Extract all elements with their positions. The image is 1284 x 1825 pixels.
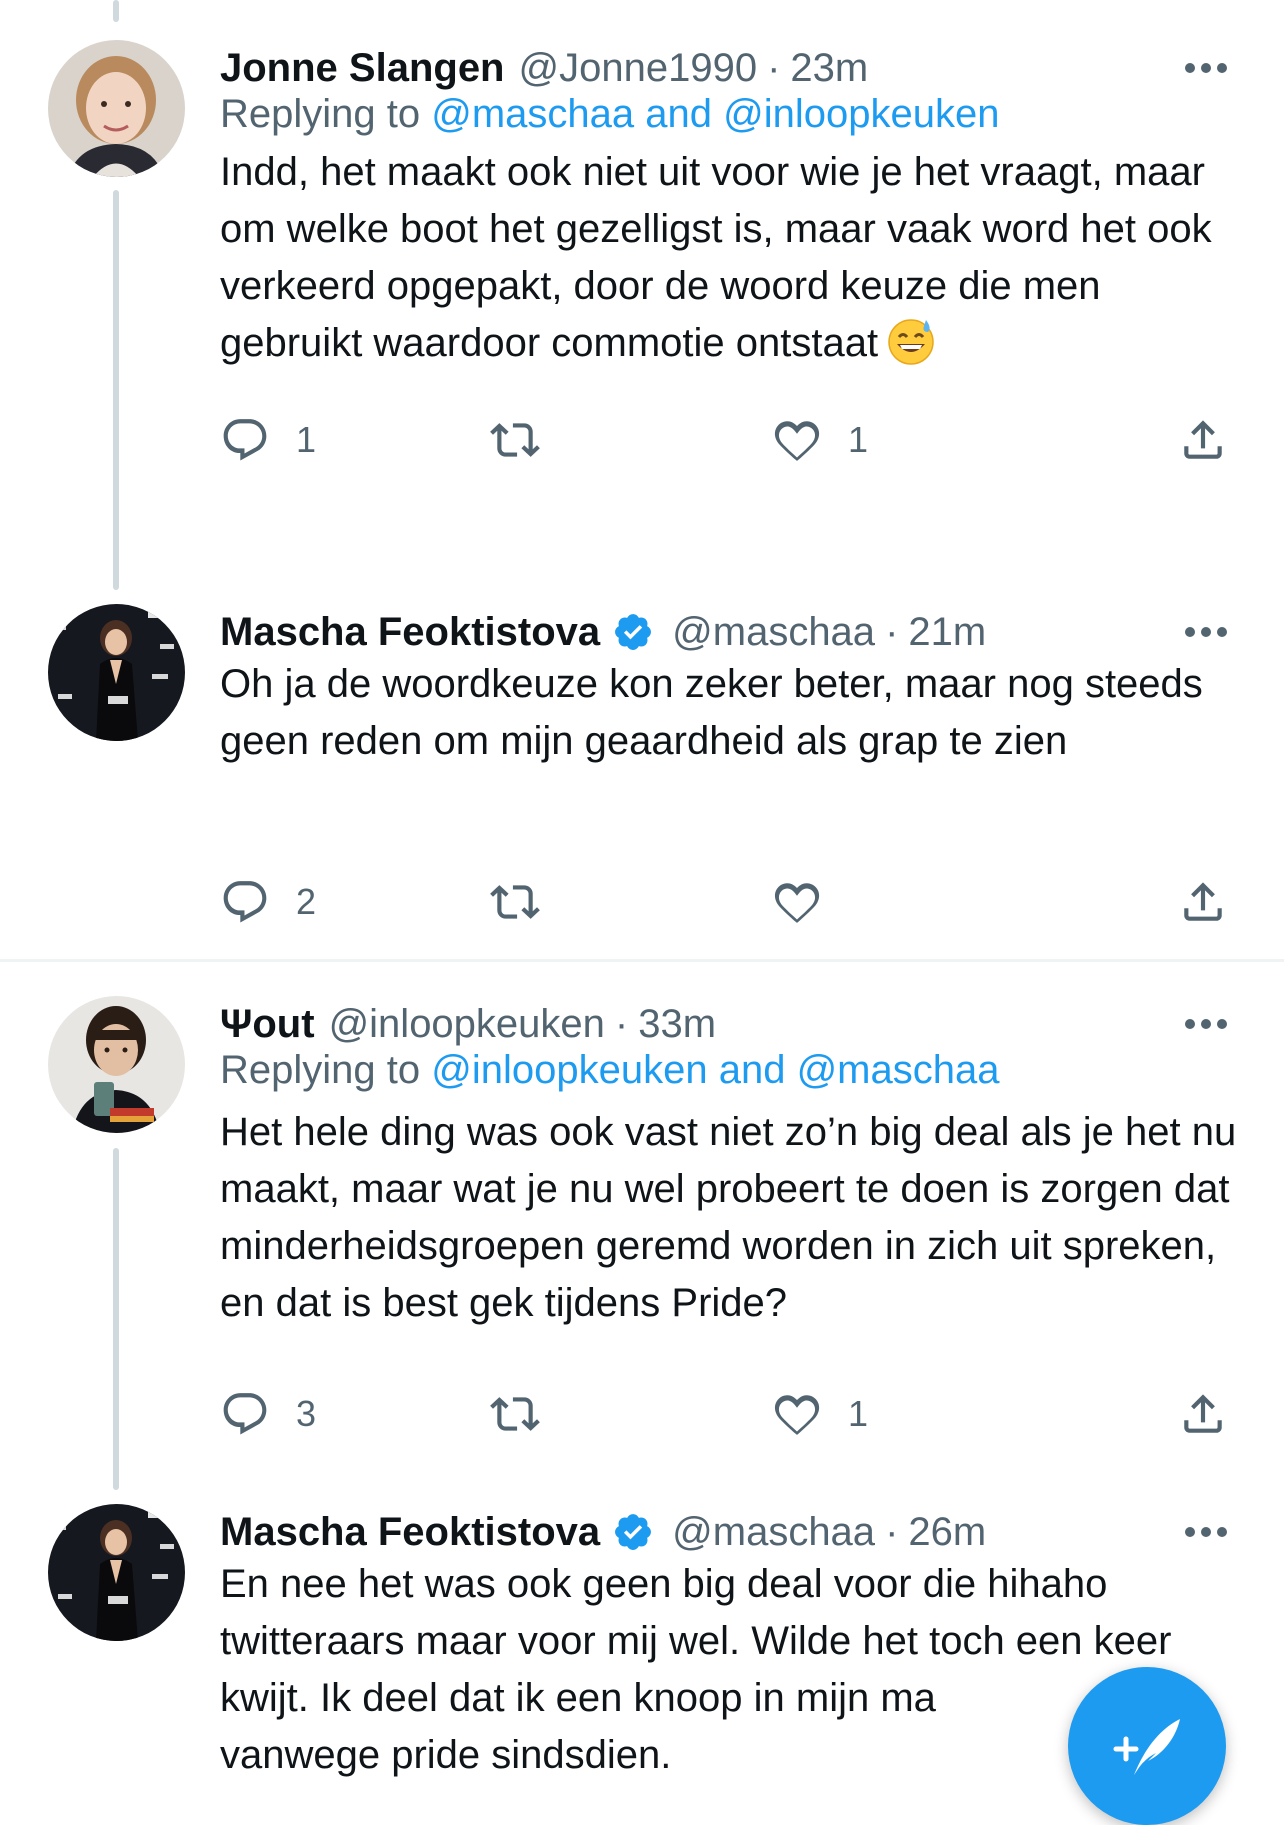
thread-line-3 [113,1148,119,1490]
replying-to-label: Replying to [220,1048,421,1092]
avatar[interactable] [48,40,185,177]
heart-icon [774,883,820,923]
reply-count: 3 [296,1393,317,1434]
heart-icon [774,421,820,461]
more-icon[interactable] [1176,996,1236,1052]
like-button[interactable] [772,874,822,930]
tweet-actions: 2 [220,874,1240,930]
share-icon [1184,1394,1222,1433]
tweet-header: Jonne Slangen @Jonne1990 · 23m [220,40,1236,96]
reply-count: 2 [296,881,317,922]
share-button[interactable] [1178,874,1228,930]
timestamp[interactable]: 33m [638,1002,716,1047]
like-button[interactable]: 1 [772,1386,868,1442]
display-name[interactable]: Jonne Slangen [220,46,505,91]
display-name[interactable]: Ψout [220,1002,315,1047]
reply-icon [223,881,267,923]
tweet-text: Oh ja de woordkeuze kon zeker beter, maa… [220,662,1203,763]
retweet-icon [490,423,540,457]
like-count: 1 [848,1393,869,1434]
thread-divider [0,959,1284,962]
verified-badge-icon [612,611,654,653]
timestamp[interactable]: 26m [908,1510,986,1555]
separator: · [614,1001,629,1046]
avatar[interactable] [48,996,185,1133]
reply-button[interactable]: 1 [220,412,316,468]
tweet-header: Mascha Feoktistova @maschaa · 26m [220,1504,1236,1560]
avatar[interactable] [48,604,185,741]
user-handle[interactable]: @maschaa [672,1510,875,1555]
timestamp[interactable]: 23m [790,46,868,91]
separator: · [885,609,899,654]
user-handle[interactable]: @maschaa [672,610,875,655]
reply-icon [223,419,267,461]
retweet-button[interactable] [490,1386,540,1442]
reply-button[interactable]: 3 [220,1386,316,1442]
verified-badge-icon [612,1511,654,1553]
replying-to-label: Replying to [220,92,421,136]
reply-icon [223,1393,267,1435]
tweet-text-content: En nee het was ook geen big deal voor di… [220,1562,1172,1720]
retweet-icon [490,885,540,919]
tweet-text-tail: vanwege pride sindsdien. [220,1733,672,1777]
replying-to: Replying to @maschaa and @inloopkeuken [220,92,1236,137]
replying-to: Replying to @inloopkeuken and @maschaa [220,1048,1236,1093]
retweet-icon [490,1397,540,1431]
tweet-text: Het hele ding was ook vast niet zo’n big… [220,1110,1237,1325]
thread-line-1 [113,190,119,590]
reply-mentions[interactable]: @inloopkeuken and @maschaa [431,1048,999,1092]
tweet-actions: 3 1 [220,1386,1240,1442]
timestamp[interactable]: 21m [908,610,986,655]
more-icon[interactable] [1176,604,1236,660]
share-icon [1184,420,1222,459]
user-handle[interactable]: @inloopkeuken [329,1002,605,1047]
tweet-header: Ψout @inloopkeuken · 33m [220,996,1236,1052]
share-button[interactable] [1178,1386,1228,1442]
tweet-actions: 1 1 [220,412,1240,468]
reply-button[interactable]: 2 [220,874,316,930]
user-handle[interactable]: @Jonne1990 [519,46,758,91]
tweet-text-content: Indd, het maakt ook niet uit voor wie je… [220,150,1212,365]
separator: · [885,1509,899,1554]
retweet-button[interactable] [490,412,540,468]
like-count: 1 [848,419,869,460]
separator: · [767,45,781,90]
like-button[interactable]: 1 [772,412,868,468]
tweet-text: Indd, het maakt ook niet uit voor wie je… [220,144,1240,372]
display-name[interactable]: Mascha Feoktistova [220,610,600,655]
avatar[interactable] [48,1504,185,1641]
reply-count: 1 [296,419,317,460]
grinning-face-with-sweat-icon [886,316,936,366]
share-button[interactable] [1178,412,1228,468]
share-icon [1184,882,1222,921]
more-icon[interactable] [1176,1504,1236,1560]
display-name[interactable]: Mascha Feoktistova [220,1510,600,1555]
compose-tweet-icon [1113,1719,1180,1775]
retweet-button[interactable] [490,874,540,930]
heart-icon [774,1395,820,1435]
reply-mentions[interactable]: @maschaa and @inloopkeuken [431,92,999,136]
thread-line-top [113,0,119,22]
tweet-header: Mascha Feoktistova @maschaa · 21m [220,604,1236,660]
more-icon[interactable] [1176,40,1236,96]
compose-tweet-button[interactable] [1068,1667,1226,1825]
